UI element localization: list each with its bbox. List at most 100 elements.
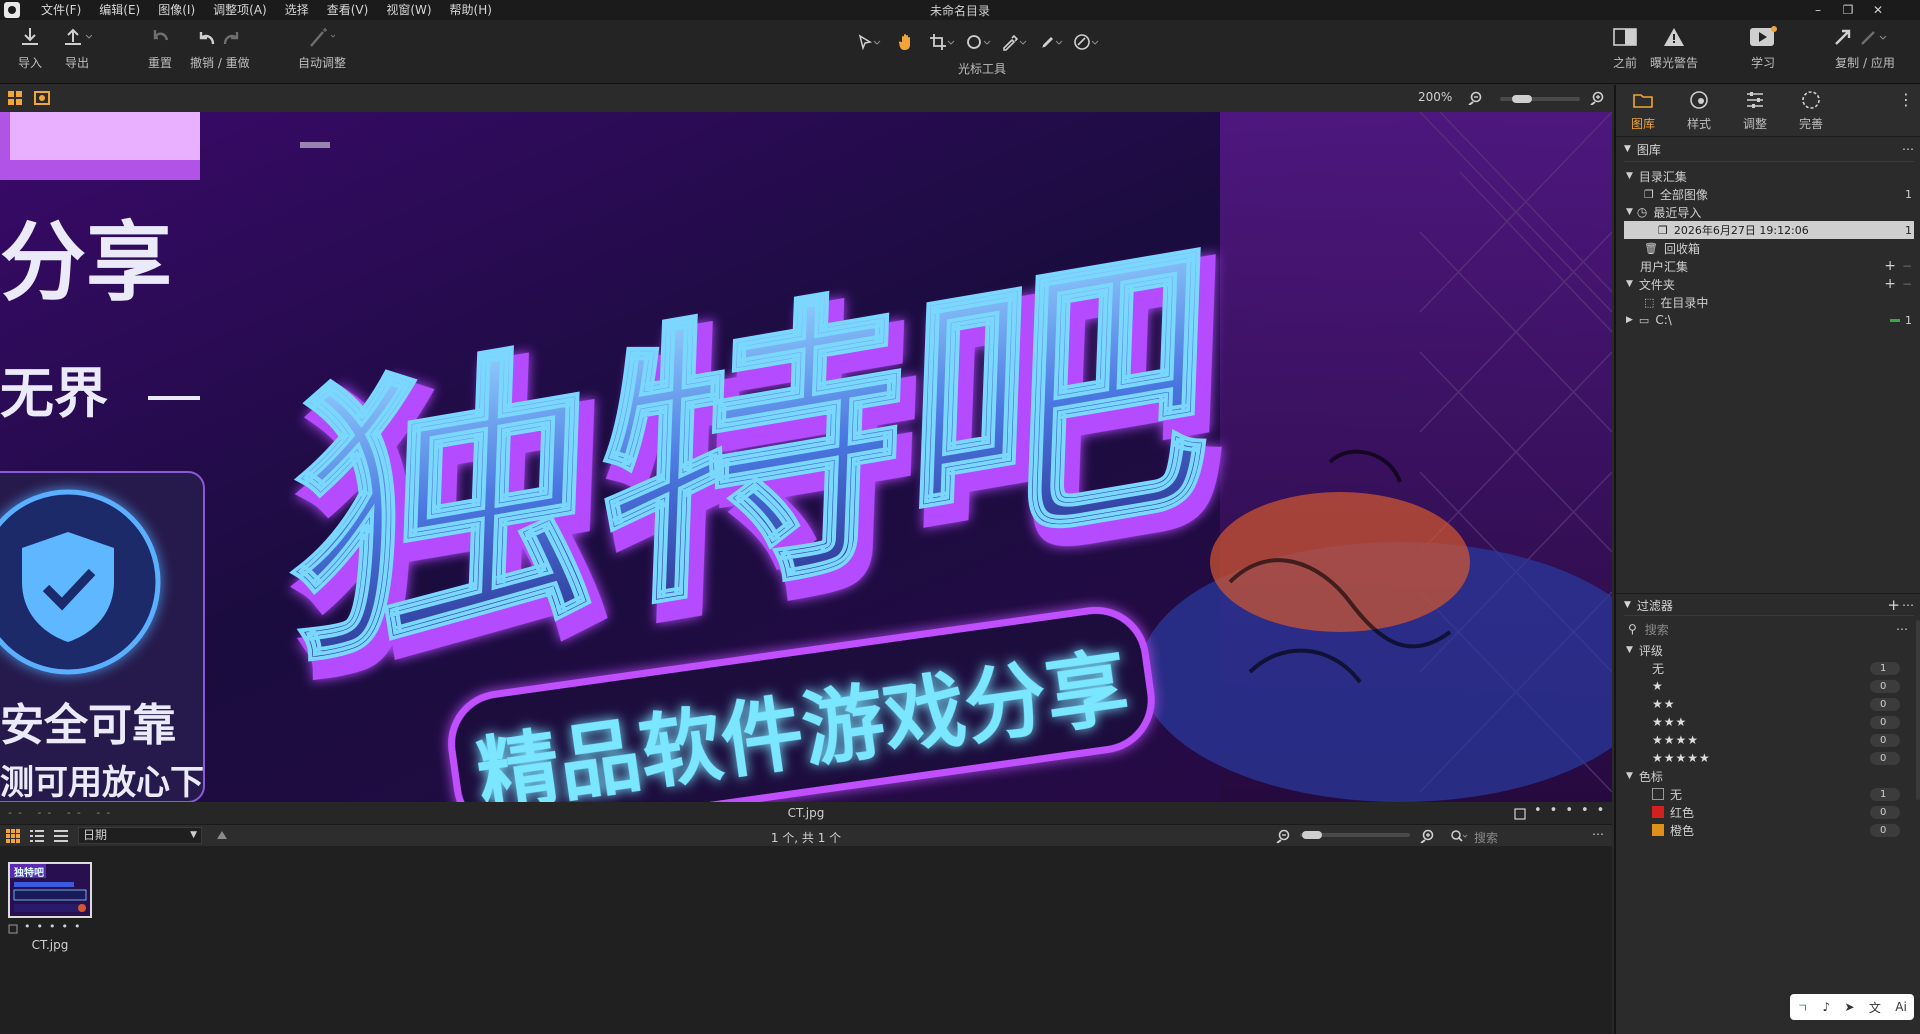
brush-tool[interactable] xyxy=(1035,31,1065,53)
ai-icon[interactable]: Ai xyxy=(1895,1000,1907,1014)
remove-folder-icon[interactable]: − xyxy=(1902,277,1912,291)
list-layout-icon[interactable] xyxy=(30,829,44,843)
sort-direction-icon[interactable] xyxy=(216,830,228,840)
clock-icon: ◷ xyxy=(1636,205,1648,219)
menu-view[interactable]: 查看(V) xyxy=(318,0,378,20)
drive-row[interactable]: ▶ ▭ C:\ 1 xyxy=(1616,311,1920,329)
undo-redo-button[interactable]: 撤销 / 重做 xyxy=(190,26,250,71)
rating-row-2[interactable]: ★★ 0 xyxy=(1616,695,1920,713)
rating-header[interactable]: ▼ 评级 xyxy=(1616,641,1920,659)
image-viewer[interactable]: 分享 无界 安全可靠 测可用放心下 独特吧 独特吧 精品软件游戏分享 xyxy=(0,112,1612,802)
zoom-out-icon[interactable] xyxy=(1468,91,1482,105)
restore-icon[interactable]: ❐ xyxy=(1834,0,1862,20)
menu-image[interactable]: 图像(I) xyxy=(149,0,204,20)
import-button[interactable]: 导入 xyxy=(18,26,42,71)
reset-button[interactable]: 重置 xyxy=(148,26,172,71)
rating-row-3[interactable]: ★★★ 0 xyxy=(1616,713,1920,731)
color-row-orange[interactable]: 橙色 0 xyxy=(1616,821,1920,839)
menu-adjustments[interactable]: 调整项(A) xyxy=(204,0,276,20)
tab-library[interactable]: 图库 xyxy=(1616,89,1670,132)
user-collections-row[interactable]: 用户汇集 + − xyxy=(1616,257,1920,275)
all-images-row[interactable]: ❐ 全部图像 1 xyxy=(1616,185,1920,203)
browser-more-icon[interactable]: ⋯ xyxy=(1592,827,1604,841)
before-button[interactable]: 之前 xyxy=(1612,26,1638,71)
image-browser xyxy=(0,846,1612,1034)
ime-icon[interactable]: ㄱ xyxy=(1797,999,1808,1016)
folders-row[interactable]: ▼ 文件夹 + − xyxy=(1616,275,1920,293)
rotate-tool[interactable] xyxy=(963,31,993,53)
thumbnail-rating-dots[interactable]: ••••• xyxy=(24,920,86,933)
catalog-collection-row[interactable]: ▼ 目录汇集 xyxy=(1616,167,1920,185)
export-button[interactable]: 导出 xyxy=(62,26,92,71)
library-more-icon[interactable]: ⋯ xyxy=(1902,142,1914,156)
viewer-mode-icon[interactable] xyxy=(34,91,50,105)
tab-refine[interactable]: 完善 xyxy=(1784,89,1838,132)
chevron-down-icon: ▼ xyxy=(1624,144,1631,154)
grid-layout-icon[interactable] xyxy=(6,829,20,843)
thumb-zoom-in-icon[interactable] xyxy=(1420,829,1434,843)
rating-dots[interactable]: ••••• xyxy=(1534,803,1612,818)
crop-tool[interactable] xyxy=(927,31,957,53)
thumbnail-tag-box-icon[interactable] xyxy=(8,924,18,934)
chevron-down-icon: ▼ xyxy=(1626,171,1633,181)
rating-row-5[interactable]: ★★★★★ 0 xyxy=(1616,749,1920,767)
tag-box-icon[interactable] xyxy=(1514,808,1526,820)
add-folder-icon[interactable]: + xyxy=(1884,276,1896,292)
tab-adjust[interactable]: 调整 xyxy=(1728,89,1782,132)
detail-layout-icon[interactable] xyxy=(54,829,68,843)
menu-window[interactable]: 视窗(W) xyxy=(377,0,440,20)
rating-row-1[interactable]: ★ 0 xyxy=(1616,677,1920,695)
grid-view-icon[interactable] xyxy=(8,91,22,105)
send-icon[interactable]: ➤ xyxy=(1845,1000,1855,1014)
cursor-tools-label: 光标工具 xyxy=(957,62,1006,76)
image-text-safe: 安全可靠 xyxy=(0,700,176,751)
chevron-down-icon: ▼ xyxy=(1626,279,1633,289)
crop-icon xyxy=(930,34,955,50)
filter-search-field[interactable]: ⚲ 搜索 ⋯ xyxy=(1616,620,1920,638)
add-collection-icon[interactable]: + xyxy=(1884,258,1896,274)
filters-section-header[interactable]: ▼ 过滤器 + ⋯ xyxy=(1616,595,1920,615)
copy-apply-button[interactable]: 复制 / 应用 xyxy=(1832,26,1898,71)
close-icon[interactable]: ✕ xyxy=(1864,0,1892,20)
remove-collection-icon[interactable]: − xyxy=(1902,259,1912,273)
recent-imports-row[interactable]: ▼ ◷ 最近导入 xyxy=(1616,203,1920,221)
menu-file[interactable]: 文件(F) xyxy=(32,0,90,20)
color-row-red[interactable]: 红色 0 xyxy=(1616,803,1920,821)
select-cursor-tool[interactable] xyxy=(855,31,885,53)
panel-more-icon[interactable]: ⋮ xyxy=(1898,92,1914,108)
menu-edit[interactable]: 编辑(E) xyxy=(90,0,149,20)
zoom-slider-thumb[interactable] xyxy=(1512,95,1532,103)
menu-help[interactable]: 帮助(H) xyxy=(441,0,501,20)
color-tag-header[interactable]: ▼ 色标 xyxy=(1616,767,1920,785)
thumb-size-thumb[interactable] xyxy=(1302,831,1322,839)
minimize-icon[interactable]: – xyxy=(1804,0,1832,20)
translate-icon[interactable]: 文 xyxy=(1869,999,1881,1016)
tab-styles[interactable]: 样式 xyxy=(1672,89,1726,132)
rating-row-4[interactable]: ★★★★ 0 xyxy=(1616,731,1920,749)
browser-search-input[interactable]: 搜索 xyxy=(1474,829,1498,846)
learn-button[interactable]: 学习 xyxy=(1748,26,1778,71)
exposure-warning-button[interactable]: 曝光警告 xyxy=(1650,26,1698,71)
filters-scrollbar[interactable] xyxy=(1916,620,1920,800)
in-catalog-row[interactable]: ⬚ 在目录中 xyxy=(1616,293,1920,311)
annotation-tool[interactable] xyxy=(1071,31,1101,53)
import-date-row[interactable]: ❐ 2026年6月27日 19:12:06 1 xyxy=(1624,221,1914,239)
picker-tool[interactable] xyxy=(999,31,1029,53)
sort-select[interactable]: 日期 ▼ xyxy=(78,827,202,844)
filters-more-icon[interactable]: ⋯ xyxy=(1902,598,1914,612)
add-filter-icon[interactable]: + xyxy=(1887,596,1900,614)
library-section-header[interactable]: ▼ 图库 ⋯ xyxy=(1616,139,1920,159)
thumbnail[interactable]: 独特吧 xyxy=(8,862,92,918)
rating-row-none[interactable]: 无 1 xyxy=(1616,659,1920,677)
microphone-icon[interactable]: ♪ xyxy=(1823,1000,1831,1014)
trash-row[interactable]: 🗑 回收箱 xyxy=(1616,239,1920,257)
drive-status-bar xyxy=(1890,318,1900,322)
menu-select[interactable]: 选择 xyxy=(276,0,318,20)
search-options-icon[interactable]: ⋯ xyxy=(1896,622,1908,636)
zoom-in-icon[interactable] xyxy=(1590,91,1604,105)
pan-tool[interactable] xyxy=(891,31,921,53)
auto-adjust-button[interactable]: 自动调整 xyxy=(298,26,346,71)
color-row-none[interactable]: 无 1 xyxy=(1616,785,1920,803)
thumb-zoom-out-icon[interactable] xyxy=(1276,829,1290,843)
rotate-icon xyxy=(967,35,991,49)
